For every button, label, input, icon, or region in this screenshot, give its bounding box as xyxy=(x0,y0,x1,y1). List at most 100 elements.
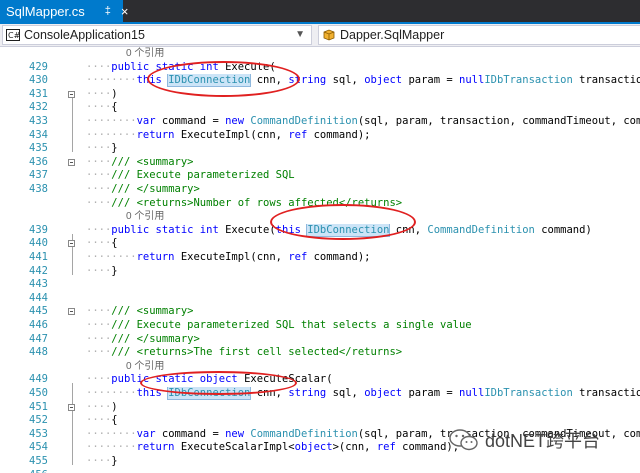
collapse-toggle-icon[interactable] xyxy=(68,308,75,316)
code-text: ········return ExecuteImpl(cnn, ref comm… xyxy=(86,251,371,265)
whitespace-dots: ···· xyxy=(86,305,112,318)
project-dropdown[interactable]: C# ConsoleApplication15 ▼ xyxy=(2,25,312,45)
code-token: >(cnn, xyxy=(332,441,377,454)
line-number: 435 xyxy=(29,142,48,155)
whitespace-dots: ···· xyxy=(86,87,112,100)
whitespace-dots: ···· xyxy=(86,101,112,114)
code-text: ····{ xyxy=(86,237,118,251)
whitespace-dots: ···· xyxy=(86,373,112,386)
chevron-down-icon: ▼ xyxy=(295,29,305,40)
code-text: ····/// <returns>The first cell selected… xyxy=(86,346,402,360)
code-text: ····/// <summary> xyxy=(86,156,193,170)
code-text: ····/// </summary> xyxy=(86,183,200,197)
collapse-toggle-icon[interactable] xyxy=(68,403,75,411)
code-token: /// <returns>The first cell selected</re… xyxy=(111,346,403,359)
whitespace-dots: ···· xyxy=(86,346,112,359)
reference-count-lens[interactable]: 0 个引用 xyxy=(0,210,640,224)
code-token: command = xyxy=(155,115,226,127)
code-token: } xyxy=(111,455,118,467)
code-line: 456 xyxy=(0,469,640,473)
reference-count-text[interactable]: 0 个引用 xyxy=(126,360,164,374)
reference-count-lens[interactable]: 0 个引用 xyxy=(0,360,640,374)
wechat-icon xyxy=(449,428,479,452)
highlighted-symbol: IDbConnection xyxy=(167,74,252,88)
watermark-text: dotNET跨平台 xyxy=(485,431,601,451)
code-token: var xyxy=(136,427,156,440)
code-token: string xyxy=(288,387,327,399)
whitespace-dots: ········ xyxy=(86,128,137,141)
code-token: param = xyxy=(402,387,460,399)
line-number: 441 xyxy=(29,251,48,263)
collapse-toggle-icon[interactable] xyxy=(68,240,75,248)
line-number: 450 xyxy=(29,387,48,399)
code-token: cnn, xyxy=(250,387,289,399)
code-token: ExecuteScalar( xyxy=(244,373,333,386)
code-line: 431 ····) xyxy=(0,88,640,102)
code-token: transaction xyxy=(579,74,640,87)
collapse-toggle-icon[interactable] xyxy=(68,90,75,98)
line-number: 434 xyxy=(29,128,48,141)
type-name: Dapper.SqlMapper xyxy=(340,28,445,42)
whitespace-dots: ···· xyxy=(86,196,112,209)
code-editor[interactable]: 457····/// <summary>456455····}454······… xyxy=(0,47,640,473)
whitespace-dots: ···· xyxy=(86,223,112,236)
code-token: } xyxy=(111,142,118,155)
code-line: 455 ····} xyxy=(0,455,640,469)
code-token: { xyxy=(111,237,118,250)
code-token: { xyxy=(111,414,118,427)
code-line: 434 ········return ExecuteImpl(cnn, ref c… xyxy=(0,129,640,143)
code-line: 451 ····) xyxy=(0,401,640,415)
code-text: ····public static int Execute(this IDbCo… xyxy=(86,223,592,238)
code-token: new xyxy=(225,115,251,127)
code-token: (sql, param, transaction, commandTimeout… xyxy=(357,115,640,127)
code-line: 432 ····{ xyxy=(0,101,640,115)
code-token: transaction xyxy=(579,387,640,399)
code-text: ····) xyxy=(86,401,118,415)
code-line: 449 ····public static object ExecuteScala… xyxy=(0,373,640,387)
code-token: /// Execute parameterized SQL that selec… xyxy=(111,319,472,331)
code-text: ····{ xyxy=(86,101,118,115)
reference-count-lens[interactable]: 0 个引用 xyxy=(0,47,640,61)
collapse-toggle-icon[interactable] xyxy=(68,158,75,166)
class-icon xyxy=(322,29,336,41)
code-text: ····/// </summary> xyxy=(86,333,200,347)
whitespace-dots: ···· xyxy=(86,400,112,413)
code-token: this xyxy=(136,74,169,87)
whitespace-dots: ···· xyxy=(86,455,112,467)
line-number: 432 xyxy=(29,101,48,114)
code-token: new xyxy=(225,427,251,440)
close-icon[interactable]: × xyxy=(121,4,129,19)
line-number: 455 xyxy=(29,455,48,467)
whitespace-dots: ········ xyxy=(86,251,137,263)
code-token: return xyxy=(136,441,181,454)
code-token: public static int xyxy=(111,223,226,236)
line-number: 442 xyxy=(29,264,48,277)
reference-count-text[interactable]: 0 个引用 xyxy=(126,47,164,61)
code-line: 443 xyxy=(0,278,640,292)
code-token: { xyxy=(111,101,118,114)
type-dropdown[interactable]: Dapper.SqlMapper xyxy=(318,25,640,45)
whitespace-dots: ···· xyxy=(86,60,112,73)
code-token: CommandDefinition xyxy=(427,223,535,236)
pin-icon[interactable]: ‡ xyxy=(105,5,111,17)
line-number: 449 xyxy=(29,373,48,386)
whitespace-dots: ···· xyxy=(86,169,112,182)
tab-sqlmapper[interactable]: SqlMapper.cs ‡ × xyxy=(0,0,128,22)
code-line: 437 ····/// Execute parameterized SQL xyxy=(0,169,640,183)
whitespace-dots: ········ xyxy=(86,115,137,127)
code-token: object xyxy=(364,387,403,399)
code-line: 442 ····} xyxy=(0,265,640,279)
reference-count-text[interactable]: 0 个引用 xyxy=(126,210,164,224)
code-token: CommandDefinition xyxy=(250,427,358,440)
line-number: 436 xyxy=(29,155,48,168)
code-text: ····public static int Execute( xyxy=(86,61,276,75)
code-token: command) xyxy=(534,223,592,236)
code-token: public static int xyxy=(111,60,226,73)
code-token: string xyxy=(288,74,327,87)
code-token: return xyxy=(136,128,181,141)
line-number: 446 xyxy=(29,319,48,331)
code-line: 445 ····/// <summary> xyxy=(0,305,640,319)
code-token: ref xyxy=(376,441,396,454)
code-token: public static object xyxy=(111,373,245,386)
code-token: /// </summary> xyxy=(111,183,200,195)
